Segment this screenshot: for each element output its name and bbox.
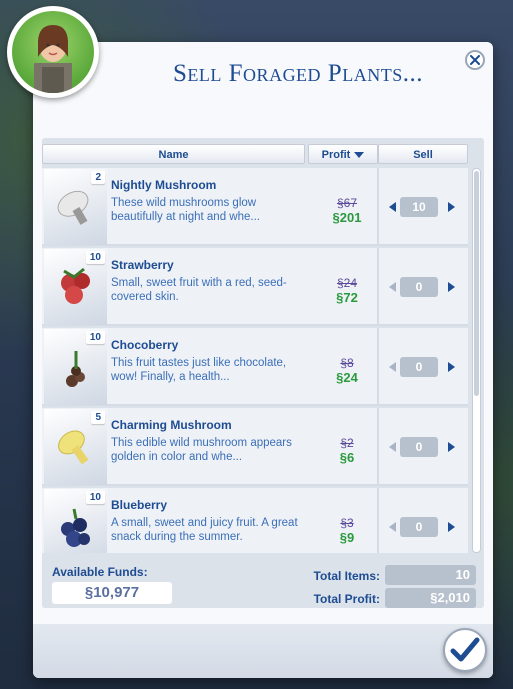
sell-quantity-value: 0 (400, 517, 438, 537)
item-quantity: 10 (85, 331, 105, 344)
table-row: 5 Charming Mushroom This edible wild mus… (42, 408, 468, 486)
increase-arrow-icon[interactable] (448, 362, 455, 372)
item-old-price: §3 (340, 516, 354, 530)
sell-quantity-value: 10 (400, 197, 438, 217)
item-new-price: §72 (336, 290, 358, 305)
sell-dialog: Sell Foraged Plants... Name Profit Sell … (33, 42, 493, 678)
item-thumbnail: 10 (44, 329, 107, 405)
item-quantity: 10 (85, 491, 105, 504)
item-new-price: §201 (332, 210, 362, 225)
list-scrollbar[interactable] (472, 168, 481, 553)
sim-avatar (7, 6, 99, 98)
available-funds-label: Available Funds: (52, 565, 148, 579)
item-thumbnail: 5 (44, 409, 107, 485)
items-list: 2 Nightly Mushroom These wild mushrooms … (42, 168, 468, 553)
total-items-value: 10 (385, 565, 476, 585)
close-button[interactable] (465, 50, 485, 70)
decrease-arrow-icon[interactable] (389, 202, 396, 212)
sell-quantity-value: 0 (400, 277, 438, 297)
quantity-stepper: 0 (387, 276, 459, 298)
decrease-arrow-icon[interactable] (389, 522, 396, 532)
total-profit-label: Total Profit: (313, 592, 380, 606)
sort-down-icon (354, 152, 365, 159)
increase-arrow-icon[interactable] (448, 282, 455, 292)
item-description: This fruit tastes just like chocolate, w… (111, 357, 287, 383)
item-new-price: §9 (339, 530, 355, 545)
divider (377, 168, 379, 246)
dialog-bottom-bar (33, 624, 493, 678)
total-items-label: Total Items: (313, 569, 380, 583)
item-quantity: 10 (85, 251, 105, 264)
divider (377, 248, 379, 326)
item-quantity: 5 (91, 411, 105, 424)
item-old-price: §8 (340, 356, 354, 370)
table-row: 10 Strawberry Small, sweet fruit with a … (42, 248, 468, 326)
item-name: Charming Mushroom (111, 418, 232, 432)
item-description: This edible wild mushroom appears golden… (111, 437, 292, 463)
item-old-price: §67 (336, 196, 358, 210)
item-thumbnail: 2 (44, 169, 107, 245)
column-name-header[interactable]: Name (42, 144, 305, 164)
item-old-price: §2 (340, 436, 354, 450)
divider (377, 328, 379, 406)
item-quantity: 2 (91, 171, 105, 184)
quantity-stepper: 0 (387, 356, 459, 378)
column-profit-header[interactable]: Profit (308, 144, 378, 164)
table-header: Name Profit Sell (42, 144, 472, 164)
quantity-stepper: 10 (387, 196, 459, 218)
checkmark-icon (450, 637, 480, 662)
increase-arrow-icon[interactable] (448, 202, 455, 212)
sell-quantity-value: 0 (400, 437, 438, 457)
total-profit-value: §2,010 (385, 588, 476, 608)
summary-footer: Available Funds: §10,977 Total Items: 10… (42, 562, 484, 608)
item-old-price: §24 (336, 276, 358, 290)
item-new-price: §24 (336, 370, 358, 385)
item-new-price: §6 (339, 450, 355, 465)
close-icon (470, 55, 480, 65)
item-name: Strawberry (111, 258, 174, 272)
table-row: 10 Chocoberry This fruit tastes just lik… (42, 328, 468, 406)
increase-arrow-icon[interactable] (448, 522, 455, 532)
column-sell-header[interactable]: Sell (378, 144, 468, 164)
item-description: Small, sweet fruit with a red, seed-cove… (111, 277, 287, 303)
item-description: These wild mushrooms glow beautifully at… (111, 197, 260, 223)
item-name: Nightly Mushroom (111, 178, 217, 192)
decrease-arrow-icon[interactable] (389, 442, 396, 452)
scrollbar-thumb[interactable] (474, 171, 479, 396)
dialog-title: Sell Foraged Plants... (173, 60, 423, 87)
decrease-arrow-icon[interactable] (389, 282, 396, 292)
sell-quantity-value: 0 (400, 357, 438, 377)
available-funds-value: §10,977 (52, 582, 172, 604)
table-row: 2 Nightly Mushroom These wild mushrooms … (42, 168, 468, 246)
table-row: 10 Blueberry A small, sweet and juicy fr… (42, 488, 468, 553)
item-thumbnail: 10 (44, 249, 107, 325)
increase-arrow-icon[interactable] (448, 442, 455, 452)
items-panel: Name Profit Sell 2 Nightly Mushroom Thes… (42, 138, 484, 608)
decrease-arrow-icon[interactable] (389, 362, 396, 372)
divider (377, 488, 379, 553)
quantity-stepper: 0 (387, 436, 459, 458)
item-thumbnail: 10 (44, 489, 107, 553)
item-name: Chocoberry (111, 338, 179, 352)
confirm-button[interactable] (443, 628, 487, 672)
quantity-stepper: 0 (387, 516, 459, 538)
item-name: Blueberry (111, 498, 168, 512)
avatar-portrait-icon (34, 25, 72, 93)
item-description: A small, sweet and juicy fruit. A great … (111, 517, 298, 543)
divider (377, 408, 379, 486)
